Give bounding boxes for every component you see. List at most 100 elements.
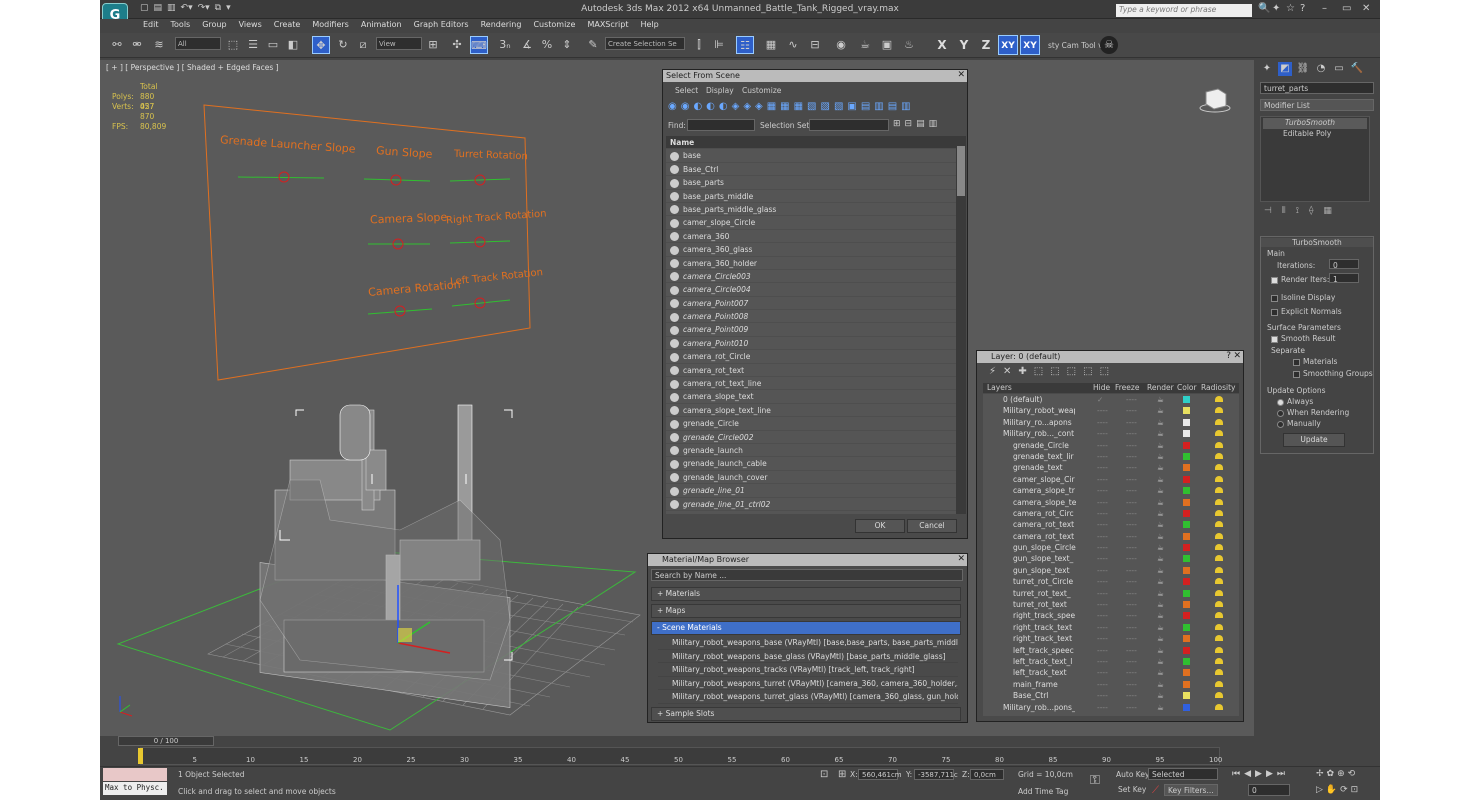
radiosity-icon[interactable] <box>1215 555 1223 562</box>
z-coordinate-field[interactable]: 0,0cm <box>970 769 1004 780</box>
layer-row[interactable]: turret_rot_text ---- ---- ☕ <box>983 599 1239 610</box>
motion-tab-icon[interactable]: ◔ <box>1314 62 1328 76</box>
auto-key-button[interactable]: Auto Key <box>1116 770 1149 779</box>
viewcube-icon[interactable] <box>1198 86 1232 114</box>
hide-toggle[interactable]: ---- <box>1097 553 1108 564</box>
selection-filter-dropdown[interactable]: All <box>175 37 221 50</box>
favorites-icon[interactable]: ☆ <box>1286 3 1295 14</box>
radiosity-icon[interactable] <box>1215 657 1223 664</box>
render-production-icon[interactable]: ♨ <box>900 36 918 54</box>
stack-tools-icons[interactable]: ⊣⫴⟟⟠▦ <box>1264 206 1342 216</box>
material-editor-icon[interactable]: ◉ <box>832 36 850 54</box>
menu-group[interactable]: Group <box>196 19 232 33</box>
layer-row[interactable]: camera_rot_Circ ---- ---- ☕ <box>983 508 1239 519</box>
layer-row[interactable]: left_track_speec ---- ---- ☕ <box>983 645 1239 656</box>
scene-material-item[interactable]: Military_robot_weapons_turret (VRayMtl) … <box>658 677 958 690</box>
display-filter-icons[interactable]: ◉◉◐◐◐◈◈◈▦▦▦▧▧▧▣▤▥▤▥ <box>668 101 915 112</box>
scene-object-item[interactable]: grenade_launch_cover <box>666 471 956 485</box>
layer-row[interactable]: camera_rot_text ---- ---- ☕ <box>983 531 1239 542</box>
new-file-icon[interactable]: ▢ <box>140 3 149 13</box>
scene-object-item[interactable]: base_parts <box>666 176 956 190</box>
menu-graph-editors[interactable]: Graph Editors <box>408 19 475 33</box>
materials-section[interactable]: + Materials <box>651 587 961 601</box>
layer-color-swatch[interactable] <box>1183 646 1190 654</box>
radiosity-icon[interactable] <box>1215 680 1223 687</box>
scene-object-item[interactable]: camera_Point009 <box>666 323 956 337</box>
freeze-toggle[interactable]: ---- <box>1126 485 1137 496</box>
quick-access-dropdown-icon[interactable]: ▾ <box>226 3 231 13</box>
smoothing-groups-checkbox[interactable] <box>1293 370 1300 378</box>
always-radio[interactable] <box>1277 398 1284 406</box>
render-teapot-icon[interactable]: ☕ <box>1157 679 1164 690</box>
scene-object-item[interactable]: camera_rot_text_line <box>666 377 956 391</box>
find-input[interactable] <box>687 119 755 131</box>
freeze-toggle[interactable]: ---- <box>1126 679 1137 690</box>
layer-color-swatch[interactable] <box>1183 487 1190 495</box>
schematic-view-icon[interactable]: ⊟ <box>806 36 824 54</box>
materials-checkbox[interactable] <box>1293 358 1300 366</box>
layer-color-swatch[interactable] <box>1183 692 1190 700</box>
x-coordinate-field[interactable]: 560,461cm <box>858 769 902 780</box>
layer-color-swatch[interactable] <box>1183 635 1190 643</box>
radiosity-icon[interactable] <box>1215 430 1223 437</box>
scene-object-item[interactable]: camera_Point007 <box>666 297 956 311</box>
display-tab-icon[interactable]: ▭ <box>1332 62 1346 76</box>
radiosity-icon[interactable] <box>1215 601 1223 608</box>
render-teapot-icon[interactable]: ☕ <box>1157 633 1164 644</box>
layer-row[interactable]: left_track_text ---- ---- ☕ <box>983 667 1239 678</box>
hide-toggle[interactable]: ---- <box>1097 576 1108 587</box>
add-time-tag[interactable]: Add Time Tag <box>1018 787 1068 796</box>
layer-row[interactable]: main_frame ---- ---- ☕ <box>983 679 1239 690</box>
layer-color-swatch[interactable] <box>1183 441 1190 449</box>
undo-icon[interactable]: ↶▾ <box>181 3 193 13</box>
menu-maxscript[interactable]: MAXScript <box>581 19 634 33</box>
scene-object-item[interactable]: camera_360_holder <box>666 257 956 270</box>
layer-color-swatch[interactable] <box>1183 657 1190 665</box>
info-center-icon[interactable]: ✦ <box>1272 3 1280 14</box>
scene-object-item[interactable]: base <box>666 149 956 163</box>
layer-row[interactable]: gun_slope_Circle ---- ---- ☕ <box>983 542 1239 553</box>
hide-toggle[interactable]: ---- <box>1097 633 1108 644</box>
scene-object-item[interactable]: camera_Point008 <box>666 310 956 324</box>
redo-icon[interactable]: ↷▾ <box>198 3 210 13</box>
radiosity-icon[interactable] <box>1215 452 1223 459</box>
hide-toggle[interactable]: ---- <box>1097 485 1108 496</box>
layer-color-swatch[interactable] <box>1183 418 1190 426</box>
unlink-icon[interactable]: ⚮ <box>128 36 146 54</box>
radiosity-icon[interactable] <box>1215 692 1223 699</box>
scene-object-item[interactable]: grenade_Circle002 <box>666 431 956 444</box>
object-name-field[interactable]: turret_parts <box>1260 82 1374 94</box>
pivot-center-icon[interactable]: ⊞ <box>424 36 442 54</box>
skull-icon[interactable]: ☠ <box>1100 36 1118 54</box>
layer-color-swatch[interactable] <box>1183 601 1190 609</box>
freeze-toggle[interactable]: ---- <box>1126 702 1137 713</box>
hide-toggle[interactable]: ---- <box>1097 667 1108 678</box>
search-icon[interactable]: 🔍 <box>1258 3 1270 14</box>
freeze-toggle[interactable]: ---- <box>1126 531 1137 542</box>
render-teapot-icon[interactable]: ☕ <box>1157 542 1164 553</box>
layer-row[interactable]: grenade_text ---- ---- ☕ <box>983 462 1239 473</box>
layer-row[interactable]: camera_slope_tr ---- ---- ☕ <box>983 485 1239 496</box>
snaps-toggle-icon[interactable]: 3ₙ <box>496 36 514 54</box>
axis-xy-cycle-button[interactable]: XY <box>1020 35 1040 55</box>
curve-editor-icon[interactable]: ∿ <box>784 36 802 54</box>
col-render[interactable]: Render <box>1147 383 1174 392</box>
track-bar[interactable]: 0510152025303540455055606570758085909510… <box>139 747 1222 765</box>
render-teapot-icon[interactable]: ☕ <box>1157 440 1164 451</box>
layer-dialog-help-icon[interactable]: ? <box>1226 351 1231 361</box>
key-tangent-icon[interactable]: ⟋ <box>1152 785 1159 796</box>
hide-toggle[interactable]: ---- <box>1097 428 1108 439</box>
freeze-toggle[interactable]: ---- <box>1126 576 1137 587</box>
hide-toggle[interactable]: ---- <box>1097 531 1108 542</box>
hide-toggle[interactable]: ---- <box>1097 702 1108 713</box>
layer-color-swatch[interactable] <box>1183 521 1190 529</box>
scene-material-item[interactable]: Military_robot_weapons_base (VRayMtl) [b… <box>658 636 958 650</box>
stack-item-turbosmooth[interactable]: TurboSmooth <box>1263 118 1367 129</box>
layer-color-swatch[interactable] <box>1183 623 1190 631</box>
freeze-toggle[interactable]: ---- <box>1126 656 1137 667</box>
freeze-toggle[interactable]: ---- <box>1126 519 1137 530</box>
freeze-toggle[interactable]: ---- <box>1126 542 1137 553</box>
object-list-scrollbar[interactable] <box>956 136 966 514</box>
col-hide[interactable]: Hide <box>1093 383 1110 392</box>
playback-controls-icons[interactable]: ⏮◀▶▶⏭ <box>1232 769 1289 779</box>
